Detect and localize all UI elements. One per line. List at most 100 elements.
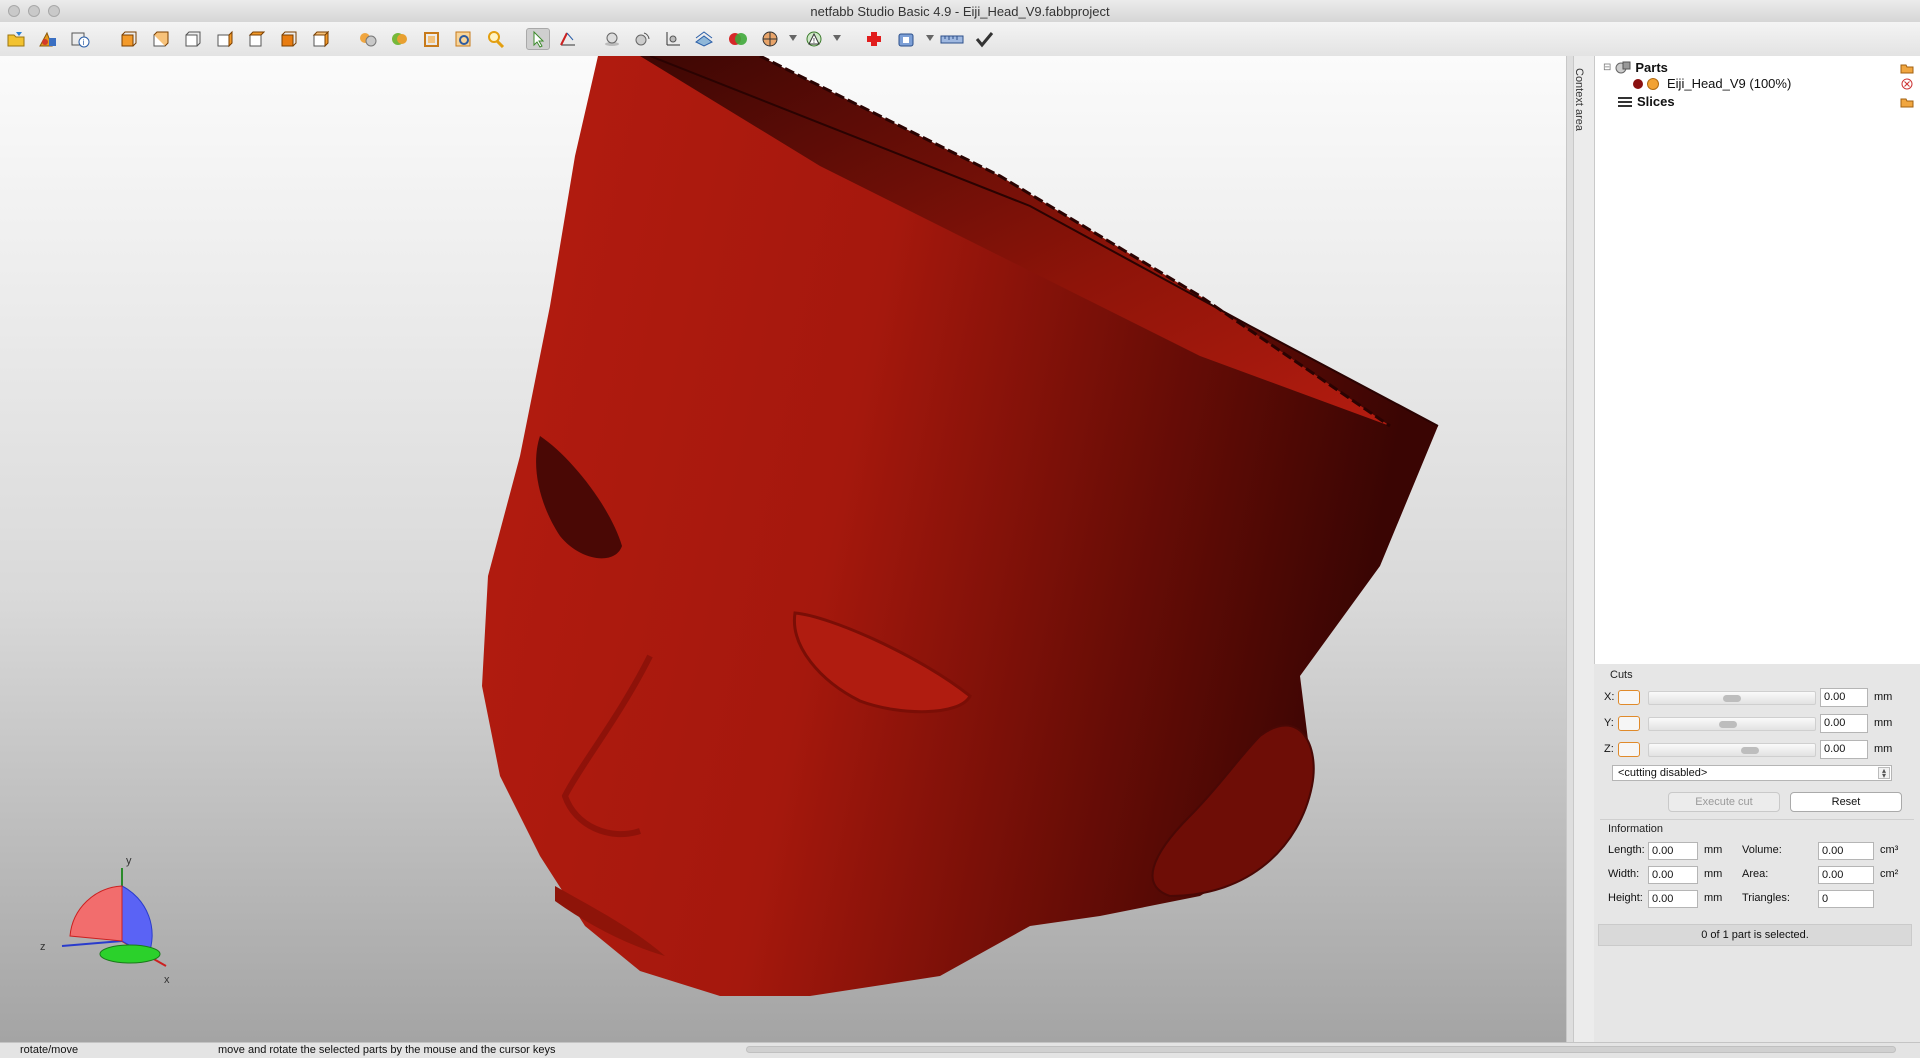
title-bar: netfabb Studio Basic 4.9 - Eiji_Head_V9.… [0, 0, 1920, 23]
project-tree: ⊟ Parts Eiji_Head_V9 (100%) Slices [1594, 56, 1920, 664]
view-iso-icon[interactable] [308, 28, 332, 50]
select-arrows-icon[interactable]: ▴ ▾ [1878, 767, 1890, 780]
area-value: 0.00 [1818, 866, 1874, 884]
zoom-selection-icon[interactable] [452, 28, 476, 50]
context-area-label: Context area [1573, 68, 1585, 131]
context-area-tab[interactable] [1574, 56, 1594, 1042]
cut-x-slider-knob[interactable] [1723, 695, 1741, 702]
cut-y-slider-knob[interactable] [1719, 721, 1737, 728]
repair-icon[interactable] [862, 28, 886, 50]
part-color-dot-icon[interactable] [1633, 78, 1643, 89]
cut-x-value[interactable]: 0.00 [1820, 688, 1868, 707]
view-top-icon[interactable] [244, 28, 268, 50]
cutting-mode-value: <cutting disabled> [1618, 767, 1708, 779]
export-icon[interactable] [894, 28, 918, 50]
shaded-view-icon[interactable] [388, 28, 412, 50]
rotate-part-icon[interactable] [630, 28, 654, 50]
tree-expander-icon[interactable]: ⊟ [1603, 62, 1611, 73]
head-model[interactable] [0, 56, 1566, 1042]
cut-x-label: X: [1604, 691, 1615, 703]
length-value: 0.00 [1648, 842, 1698, 860]
cut-x-unit: mm [1874, 691, 1893, 703]
warning-check-icon[interactable]: ! [802, 28, 826, 50]
cut-z-unit: mm [1874, 743, 1893, 755]
part-color-icon[interactable] [726, 28, 750, 50]
select-tool-icon[interactable] [526, 28, 550, 50]
cuts-title: Cuts [1610, 669, 1633, 681]
window-title: netfabb Studio Basic 4.9 - Eiji_Head_V9.… [810, 4, 1110, 19]
tree-parts-label: Parts [1635, 59, 1668, 75]
cut-y-unit: mm [1874, 717, 1893, 729]
cutting-mode-select[interactable]: <cutting disabled> ▴ ▾ [1612, 765, 1892, 781]
parts-icon [1615, 61, 1631, 74]
width-unit: mm [1704, 868, 1723, 880]
horizontal-scrollbar[interactable] [746, 1046, 1896, 1053]
volume-label: Volume: [1742, 844, 1782, 856]
section-divider [1600, 819, 1914, 820]
part-visibility-icon[interactable] [1647, 77, 1659, 90]
status-bar: rotate/move move and rotate the selected… [0, 1042, 1920, 1058]
cut-z-slider[interactable] [1648, 743, 1816, 757]
section-dropdown-icon[interactable] [789, 35, 797, 41]
tree-item-slices[interactable]: Slices [1617, 94, 1675, 109]
open-slices-folder-icon[interactable] [1900, 96, 1914, 108]
reset-button[interactable]: Reset [1790, 792, 1902, 812]
move-to-origin-icon[interactable] [600, 28, 624, 50]
cut-z-label: Z: [1604, 743, 1614, 755]
cut-z-value[interactable]: 0.00 [1820, 740, 1868, 759]
measure-icon[interactable] [556, 28, 580, 50]
status-mode: rotate/move [20, 1044, 79, 1056]
status-hint: move and rotate the selected parts by th… [218, 1044, 556, 1056]
height-label: Height: [1608, 892, 1643, 904]
add-part-icon[interactable] [36, 28, 60, 50]
cut-x-checkbox[interactable] [1618, 690, 1640, 705]
part-info-icon[interactable]: i [68, 28, 92, 50]
slice-view-icon[interactable] [692, 28, 716, 50]
cut-z-slider-knob[interactable] [1741, 747, 1759, 754]
volume-value: 0.00 [1818, 842, 1874, 860]
export-dropdown-icon[interactable] [926, 35, 934, 41]
cut-z-checkbox[interactable] [1618, 742, 1640, 757]
cut-y-value[interactable]: 0.00 [1820, 714, 1868, 733]
panel-splitter[interactable] [1566, 56, 1574, 1042]
axes-icon[interactable] [660, 28, 684, 50]
tree-part-label: Eiji_Head_V9 (100%) [1667, 76, 1792, 91]
cut-x-slider[interactable] [1648, 691, 1816, 705]
open-project-icon[interactable] [4, 28, 28, 50]
wireframe-view-icon[interactable] [420, 28, 444, 50]
length-unit: mm [1704, 844, 1723, 856]
remove-part-icon[interactable] [1901, 78, 1913, 90]
zoom-icon[interactable] [484, 28, 508, 50]
view-bottom-icon[interactable] [276, 28, 300, 50]
width-value: 0.00 [1648, 866, 1698, 884]
axis-gizmo: y x z [40, 855, 170, 986]
main-toolbar: i ! [0, 22, 1920, 57]
checkmark-icon[interactable] [972, 28, 996, 50]
selection-status: 0 of 1 part is selected. [1598, 924, 1912, 946]
slices-icon [1618, 96, 1632, 107]
view-left-icon[interactable] [180, 28, 204, 50]
tree-item-parts[interactable]: ⊟ Parts [1603, 59, 1668, 75]
axis-y-label: y [126, 855, 132, 867]
execute-cut-button[interactable]: Execute cut [1668, 792, 1780, 812]
ruler-icon[interactable] [940, 28, 964, 50]
cut-z-row: Z: 0.00 mm [1604, 740, 1914, 760]
right-panel: ⊟ Parts Eiji_Head_V9 (100%) Slices Cuts … [1594, 56, 1920, 1042]
height-value: 0.00 [1648, 890, 1698, 908]
cut-y-label: Y: [1604, 717, 1614, 729]
show-spheres-icon[interactable] [356, 28, 380, 50]
view-back-icon[interactable] [148, 28, 172, 50]
cut-x-row: X: 0.00 mm [1604, 688, 1914, 708]
view-front-icon[interactable] [116, 28, 140, 50]
cut-y-slider[interactable] [1648, 717, 1816, 731]
tree-item-part[interactable]: Eiji_Head_V9 (100%) [1633, 76, 1791, 91]
section-view-icon[interactable] [758, 28, 782, 50]
height-unit: mm [1704, 892, 1723, 904]
tree-slices-label: Slices [1637, 94, 1675, 109]
check-dropdown-icon[interactable] [833, 35, 841, 41]
3d-viewport[interactable]: y x z [0, 56, 1566, 1042]
cut-y-checkbox[interactable] [1618, 716, 1640, 731]
open-parts-folder-icon[interactable] [1900, 62, 1914, 74]
triangles-value: 0 [1818, 890, 1874, 908]
view-right-icon[interactable] [212, 28, 236, 50]
